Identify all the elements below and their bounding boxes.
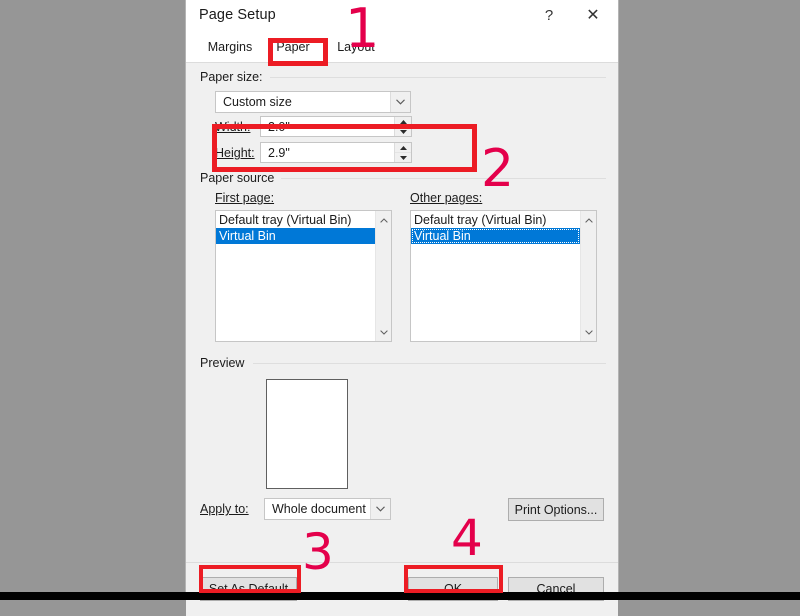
width-spinbox[interactable]: 2.0" — [260, 116, 412, 137]
paper-source-group-rule — [281, 178, 606, 179]
paper-size-group-rule — [270, 77, 606, 78]
width-input[interactable]: 2.0" — [261, 117, 394, 136]
preview-group-label: Preview — [200, 356, 251, 370]
other-pages-list-items: Default tray (Virtual Bin) Virtual Bin — [411, 211, 580, 341]
scroll-down-icon[interactable] — [581, 324, 596, 340]
annotation-number-1: 1 — [345, 0, 380, 60]
first-page-listbox[interactable]: Default tray (Virtual Bin) Virtual Bin — [215, 210, 392, 342]
apply-to-combobox[interactable]: Whole document — [264, 498, 391, 520]
chevron-down-glyph — [584, 329, 593, 335]
question-mark-icon: ? — [544, 6, 554, 24]
chevron-up-glyph — [584, 217, 593, 223]
width-stepper-down-icon[interactable] — [395, 127, 411, 136]
height-spinbox[interactable]: 2.9" — [260, 142, 412, 163]
triangle-up-glyph — [399, 145, 407, 150]
chevron-down-glyph — [396, 99, 405, 105]
scroll-up-icon[interactable] — [581, 212, 596, 228]
triangle-up-glyph — [399, 119, 407, 124]
width-stepper[interactable] — [394, 117, 411, 136]
width-label-text: Width: — [215, 120, 251, 134]
close-button[interactable]: ✕ — [572, 0, 614, 30]
first-page-list-items: Default tray (Virtual Bin) Virtual Bin — [216, 211, 375, 341]
print-options-button[interactable]: Print Options... — [508, 498, 604, 521]
scroll-up-icon[interactable] — [376, 212, 391, 228]
dialog-footer: Set As Default OK Cancel — [186, 562, 618, 616]
other-pages-label-text: Other pages: — [410, 191, 483, 205]
triangle-down-glyph — [399, 155, 407, 160]
paper-size-value: Custom size — [223, 95, 292, 109]
first-page-label: First page: — [215, 191, 274, 205]
height-stepper-down-icon[interactable] — [395, 153, 411, 162]
other-pages-scrollbar[interactable] — [580, 211, 596, 341]
paper-source-group-label: Paper source — [200, 171, 281, 185]
height-input[interactable]: 2.9" — [261, 143, 394, 162]
print-options-label: Print Options... — [514, 502, 598, 517]
tab-strip: Margins Paper Layout — [186, 32, 618, 63]
dialog-content: Paper size: Custom size Width: 2.0" Heig… — [186, 63, 618, 562]
page-setup-dialog: Page Setup ? ✕ Margins Paper Layout Pape… — [185, 0, 619, 616]
height-stepper[interactable] — [394, 143, 411, 162]
chevron-down-glyph — [379, 329, 388, 335]
scroll-down-icon[interactable] — [376, 324, 391, 340]
apply-to-value: Whole document — [272, 502, 366, 516]
width-label: Width: — [215, 120, 250, 134]
tab-paper-label: Paper — [276, 39, 310, 54]
height-label: Height: — [215, 146, 255, 160]
other-pages-label: Other pages: — [410, 191, 482, 205]
chevron-up-glyph — [379, 217, 388, 223]
first-page-scrollbar[interactable] — [375, 211, 391, 341]
annotation-number-3: 3 — [302, 523, 334, 581]
list-item[interactable]: Virtual Bin — [411, 228, 580, 244]
dialog-titlebar: Page Setup ? ✕ — [186, 0, 618, 32]
tab-margins[interactable]: Margins — [198, 32, 262, 61]
tab-margins-label: Margins — [207, 39, 253, 54]
bottom-black-strip — [0, 592, 800, 600]
close-icon: ✕ — [586, 7, 600, 24]
list-item[interactable]: Default tray (Virtual Bin) — [216, 212, 375, 228]
other-pages-listbox[interactable]: Default tray (Virtual Bin) Virtual Bin — [410, 210, 597, 342]
paper-size-combobox[interactable]: Custom size — [215, 91, 411, 113]
triangle-down-glyph — [399, 129, 407, 134]
chevron-down-icon[interactable] — [390, 92, 410, 112]
chevron-down-icon[interactable] — [370, 499, 390, 519]
preview-group-rule — [253, 363, 606, 364]
annotation-number-4: 4 — [451, 509, 483, 567]
paper-size-group-label: Paper size: — [200, 70, 269, 84]
dialog-title: Page Setup — [199, 7, 276, 23]
width-stepper-up-icon[interactable] — [395, 117, 411, 127]
chevron-down-glyph — [376, 506, 385, 512]
annotation-number-2: 2 — [481, 139, 515, 199]
first-page-label-text: First page: — [215, 191, 275, 205]
tab-paper[interactable]: Paper — [264, 32, 322, 61]
height-label-text: Height: — [215, 146, 255, 160]
apply-to-label: Apply to: — [200, 502, 249, 516]
preview-page — [266, 379, 348, 489]
list-item[interactable]: Virtual Bin — [216, 228, 375, 244]
list-item[interactable]: Default tray (Virtual Bin) — [411, 212, 580, 228]
apply-to-label-text: Apply to: — [200, 502, 249, 516]
height-stepper-up-icon[interactable] — [395, 143, 411, 153]
help-button[interactable]: ? — [528, 0, 570, 30]
